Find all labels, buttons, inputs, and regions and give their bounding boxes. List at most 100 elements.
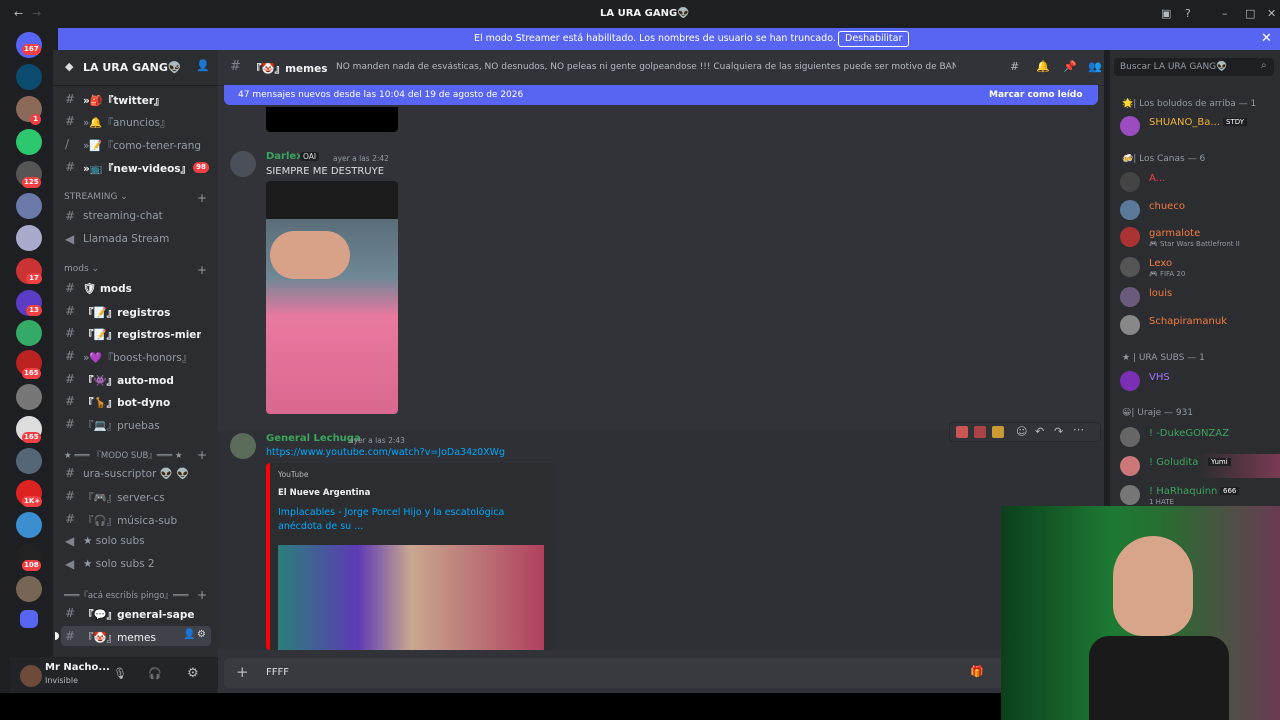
- channel-registros[interactable]: # 『📝』registros: [61, 301, 211, 321]
- message-author[interactable]: General Lechuga: [266, 433, 361, 444]
- category-streaming[interactable]: STREAMING ⌄ +: [64, 191, 207, 205]
- search-input[interactable]: Buscar LA URA GANG👽 ⌕: [1114, 58, 1274, 76]
- member-item[interactable]: chueco: [1120, 198, 1280, 222]
- reaction-icon[interactable]: [956, 426, 968, 438]
- video-thumbnail[interactable]: [278, 545, 544, 650]
- avatar[interactable]: [230, 151, 256, 177]
- reaction-icon[interactable]: [992, 426, 1004, 438]
- attached-video[interactable]: [266, 181, 398, 414]
- new-messages-bar[interactable]: 47 mensajes nuevos desde las 10:04 del 1…: [224, 85, 1098, 105]
- server-icon[interactable]: [16, 193, 42, 219]
- category-aca-escribis[interactable]: ═══『acá escribís pingo』═══ +: [64, 588, 207, 602]
- back-arrow-icon[interactable]: ←: [14, 7, 23, 20]
- channel-pruebas[interactable]: # 『💻』pruebas: [61, 414, 211, 434]
- emoji-icon[interactable]: ☺: [1016, 425, 1027, 438]
- embed-title[interactable]: Implacables - Jorge Porcel Hijo y la esc…: [278, 506, 518, 534]
- hash-icon: #: [65, 160, 76, 174]
- threads-icon[interactable]: #: [1010, 60, 1019, 73]
- channel-ura-suscriptor[interactable]: # ura-suscriptor 👽 👽: [61, 463, 211, 483]
- reaction-icon[interactable]: [974, 426, 986, 438]
- server-icon[interactable]: [16, 448, 42, 474]
- member-group: 😀| Uraje — 931: [1122, 408, 1194, 418]
- member-item[interactable]: Lexo 🎮 FIFA 20: [1120, 255, 1280, 279]
- channel-general-sape[interactable]: # 『💬』general-sape: [61, 603, 211, 623]
- pin-icon[interactable]: 📌: [1063, 60, 1077, 73]
- voice-solo-subs-2[interactable]: ◀ ★ solo subs 2: [61, 554, 211, 574]
- disable-button[interactable]: Deshabilitar: [838, 31, 910, 47]
- members-icon[interactable]: 👥: [1088, 60, 1102, 73]
- embed-author[interactable]: El Nueve Argentina: [278, 488, 370, 498]
- server-icon[interactable]: [16, 320, 42, 346]
- add-channel-icon[interactable]: +: [197, 263, 207, 277]
- member-item[interactable]: SHUANO_Ba... STDY: [1120, 114, 1280, 138]
- maximize-icon[interactable]: □: [1245, 7, 1255, 20]
- member-item[interactable]: garmalote 🎮 Star Wars Battlefront II: [1120, 225, 1280, 249]
- close-icon[interactable]: ✕: [1261, 31, 1272, 46]
- member-item[interactable]: louis: [1120, 285, 1280, 309]
- channel-como-tener-rango[interactable]: / »📝『como-tener-rang...: [61, 134, 211, 154]
- server-icon[interactable]: [16, 64, 42, 90]
- channel-streaming-chat[interactable]: # streaming-chat: [61, 206, 211, 226]
- channel-anuncios[interactable]: # »🔔『anuncios』: [61, 111, 211, 131]
- voice-solo-subs[interactable]: ◀ ★ solo subs: [61, 531, 211, 551]
- channel-mods[interactable]: # 🛡 mods: [61, 278, 211, 298]
- server-icon[interactable]: [16, 225, 42, 251]
- avatar[interactable]: [230, 433, 256, 459]
- channel-label: Llamada Stream: [83, 233, 170, 245]
- channel-twitter[interactable]: # »🎒『twitter』: [61, 89, 211, 109]
- server-icon[interactable]: [16, 512, 42, 538]
- message-composer[interactable]: + FFFF 🎁: [224, 658, 1098, 688]
- close-window-icon[interactable]: ✕: [1267, 7, 1276, 20]
- member-item[interactable]: A...: [1120, 170, 1280, 194]
- voice-llamada-stream[interactable]: ◀ Llamada Stream: [61, 229, 211, 249]
- channel-musica-sub[interactable]: # 『🎧』música-sub: [61, 509, 211, 529]
- more-icon[interactable]: ⋯: [1073, 423, 1084, 436]
- inbox-icon[interactable]: ▣: [1161, 7, 1171, 20]
- avatar[interactable]: [20, 665, 42, 687]
- channel-boost-honors[interactable]: # »💜『boost-honors』: [61, 346, 211, 366]
- add-channel-icon[interactable]: +: [197, 448, 207, 462]
- settings-gear-icon[interactable]: ⚙: [187, 666, 199, 681]
- invite-icon[interactable]: 👤: [196, 59, 210, 72]
- channel-server-cs[interactable]: # 『🎮』server-cs: [61, 486, 211, 506]
- category-modo-sub[interactable]: ★ ═══ 『MODO SUB』═══ ★ +: [64, 448, 207, 462]
- composer-input[interactable]: FFFF: [266, 667, 289, 678]
- server-name: LA URA GANG👽: [83, 61, 182, 74]
- channel-bot-dyno[interactable]: # 『🦒』bot-dyno: [61, 391, 211, 411]
- member-item[interactable]: ! Goludita Yumi: [1120, 454, 1280, 478]
- channel-topic[interactable]: NO manden nada de esvásticas, NO desnudo…: [336, 62, 956, 72]
- channel-memes[interactable]: # 『🤡』memes 👤 ⚙: [55, 626, 211, 646]
- forward-arrow-icon[interactable]: →: [32, 7, 41, 20]
- headphones-icon[interactable]: 🎧: [148, 667, 162, 680]
- message-author[interactable]: Darlex: [266, 151, 303, 162]
- gear-icon[interactable]: ⚙: [197, 629, 206, 640]
- channel-auto-mod[interactable]: # 『👾』auto-mod: [61, 369, 211, 389]
- message-link[interactable]: https://www.youtube.com/watch?v=JoDa34z0…: [266, 447, 505, 458]
- member-item[interactable]: ! HaRhaquinn 666 1 HATE: [1120, 483, 1280, 507]
- add-channel-icon[interactable]: +: [197, 588, 207, 602]
- server-icon[interactable]: [16, 129, 42, 155]
- forward-icon[interactable]: ↷: [1054, 425, 1063, 438]
- channel-new-videos[interactable]: # »📺『new-videos』 98: [61, 157, 211, 177]
- help-icon[interactable]: ?: [1185, 7, 1191, 20]
- folder-icon[interactable]: [20, 610, 38, 628]
- server-icon[interactable]: [16, 384, 42, 410]
- microphone-icon[interactable]: 🎙: [113, 667, 127, 680]
- member-item[interactable]: Schapiramanuk: [1120, 313, 1280, 337]
- mark-read-button[interactable]: Marcar como leído: [989, 90, 1083, 100]
- previous-image[interactable]: [266, 107, 398, 132]
- bell-icon[interactable]: 🔔: [1036, 60, 1050, 73]
- category-mods[interactable]: mods ⌄ +: [64, 263, 207, 277]
- gift-icon[interactable]: 🎁: [970, 665, 984, 678]
- add-channel-icon[interactable]: +: [197, 191, 207, 205]
- member-item[interactable]: ! -DukeGONZAZ: [1120, 425, 1280, 449]
- member-item[interactable]: VHS: [1120, 369, 1280, 393]
- add-attachment-icon[interactable]: +: [236, 663, 249, 681]
- reply-icon[interactable]: ↶: [1035, 425, 1044, 438]
- category-label: STREAMING: [64, 192, 118, 202]
- server-icon[interactable]: [16, 576, 42, 602]
- minimize-icon[interactable]: –: [1222, 7, 1228, 20]
- channel-registros-miembros[interactable]: # 『📝』registros-miem...: [61, 323, 211, 343]
- invite-icon[interactable]: 👤: [183, 629, 195, 640]
- server-header[interactable]: ◆ LA URA GANG👽 ⌄ 👤: [53, 50, 218, 86]
